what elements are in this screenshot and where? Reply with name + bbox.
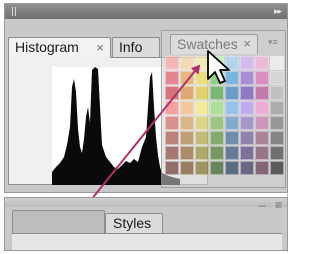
swatch-cell[interactable]	[180, 146, 194, 160]
tab-drop-target[interactable]	[12, 210, 105, 234]
swatch-cell[interactable]	[165, 146, 179, 160]
swatch-cell[interactable]	[255, 161, 269, 175]
swatch-cell[interactable]	[255, 116, 269, 130]
tab-info-label: Info	[119, 39, 143, 55]
swatch-cell[interactable]	[210, 116, 224, 130]
swatch-cell[interactable]	[225, 116, 239, 130]
swatch-cell[interactable]	[270, 86, 284, 100]
swatch-cell[interactable]	[225, 131, 239, 145]
double-chevron-right-icon[interactable]: ▸▸	[274, 5, 282, 18]
swatch-cell[interactable]	[195, 161, 209, 175]
swatch-cell[interactable]	[180, 161, 194, 175]
swatch-cell[interactable]	[165, 131, 179, 145]
swatch-cell[interactable]	[180, 86, 194, 100]
swatch-cell[interactable]	[195, 131, 209, 145]
swatch-cell[interactable]	[180, 116, 194, 130]
tab-info[interactable]: Info	[112, 37, 160, 58]
swatch-cell[interactable]	[225, 101, 239, 115]
swatch-cell[interactable]	[210, 161, 224, 175]
swatch-cell[interactable]	[165, 56, 179, 70]
swatch-cell[interactable]	[240, 146, 254, 160]
swatch-cell[interactable]	[255, 146, 269, 160]
swatch-cell[interactable]	[210, 101, 224, 115]
swatch-cell[interactable]	[270, 56, 284, 70]
swatch-cell[interactable]	[255, 71, 269, 85]
swatch-cell[interactable]	[255, 101, 269, 115]
swatch-cell[interactable]	[240, 86, 254, 100]
swatch-cell[interactable]	[180, 131, 194, 145]
swatch-cell[interactable]	[225, 161, 239, 175]
swatch-cell[interactable]	[210, 86, 224, 100]
swatch-cell[interactable]	[165, 86, 179, 100]
tab-histogram[interactable]: Histogram ×	[8, 37, 111, 58]
close-icon[interactable]: ×	[96, 38, 104, 57]
swatch-cell[interactable]	[195, 146, 209, 160]
swatch-cell[interactable]	[240, 116, 254, 130]
styles-panel-body	[12, 233, 282, 250]
grip-icon[interactable]	[12, 7, 18, 16]
swatch-cell[interactable]	[270, 71, 284, 85]
swatch-cell[interactable]	[195, 86, 209, 100]
swatch-cell[interactable]	[210, 146, 224, 160]
swatch-cell[interactable]	[180, 101, 194, 115]
mouse-pointer-icon	[207, 50, 230, 84]
swatch-cell[interactable]	[270, 146, 284, 160]
swatch-cell[interactable]	[240, 101, 254, 115]
swatch-cell[interactable]	[210, 131, 224, 145]
panel-dock: ▸▸ Histogram × Info Swatches × ▾≡ – ≡ St…	[0, 0, 291, 254]
panel-group-titlebar[interactable]	[5, 198, 287, 207]
swatch-cell[interactable]	[240, 131, 254, 145]
tab-styles[interactable]: Styles	[105, 213, 163, 234]
panel-group-controls[interactable]: – ≡	[259, 199, 285, 211]
swatch-cell[interactable]	[180, 71, 194, 85]
panel-group-titlebar[interactable]: ▸▸	[5, 4, 287, 19]
swatch-cell[interactable]	[240, 71, 254, 85]
close-icon[interactable]: ×	[243, 35, 251, 53]
swatch-cell[interactable]	[225, 146, 239, 160]
swatch-cell[interactable]	[165, 101, 179, 115]
swatch-cell[interactable]	[180, 56, 194, 70]
swatch-cell[interactable]	[195, 116, 209, 130]
swatch-cell[interactable]	[270, 161, 284, 175]
swatch-cell[interactable]	[270, 131, 284, 145]
swatch-cell[interactable]	[225, 86, 239, 100]
swatch-cell[interactable]	[255, 56, 269, 70]
swatch-cell[interactable]	[270, 101, 284, 115]
swatch-cell[interactable]	[255, 86, 269, 100]
swatch-cell[interactable]	[255, 131, 269, 145]
swatch-cell[interactable]	[270, 116, 284, 130]
panel-menu-icon[interactable]: ▾≡	[268, 37, 280, 47]
swatch-cell[interactable]	[165, 71, 179, 85]
swatch-cell[interactable]	[165, 161, 179, 175]
swatch-cell[interactable]	[240, 161, 254, 175]
swatch-cell[interactable]	[165, 116, 179, 130]
swatch-cell[interactable]	[240, 56, 254, 70]
swatch-cell[interactable]	[195, 101, 209, 115]
tab-histogram-label: Histogram	[15, 39, 79, 55]
tab-styles-label: Styles	[113, 215, 152, 231]
